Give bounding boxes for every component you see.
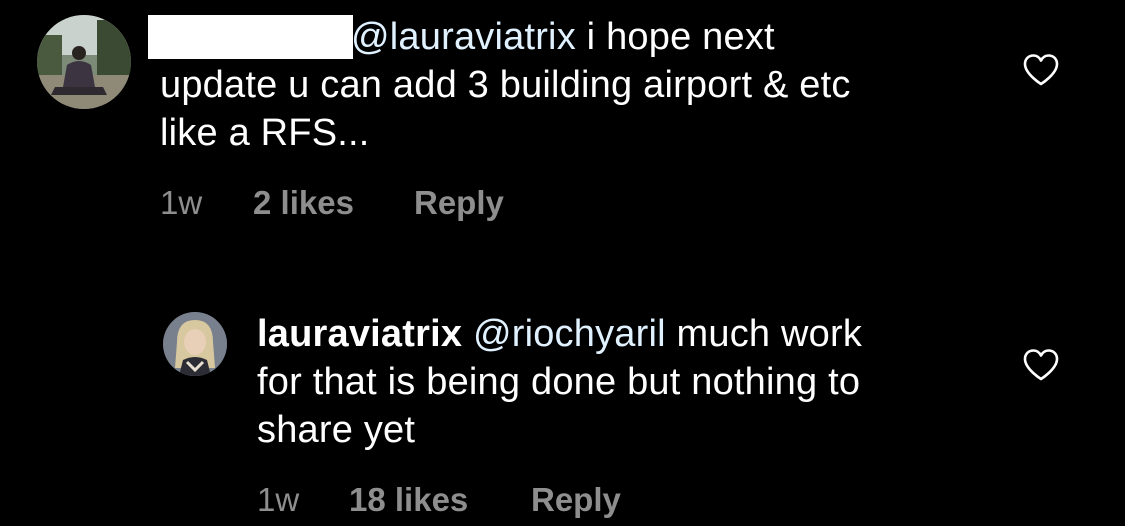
comment-meta: 1w 18 likes Reply: [257, 480, 657, 520]
commenter-avatar[interactable]: [163, 312, 227, 376]
comment-text-line-2: for that is being done but nothing to: [257, 361, 861, 403]
person-avatar-icon: [37, 15, 131, 109]
likes-count[interactable]: 18 likes: [349, 480, 468, 520]
username-link[interactable]: lauraviatrix: [257, 313, 462, 355]
comment-item: @lauraviatrix i hope next update u can a…: [0, 0, 1125, 240]
heart-outline-icon: [1023, 54, 1059, 86]
mention-link[interactable]: @riochyaril: [473, 313, 666, 355]
comment-text: @lauraviatrix i hope next update u can a…: [148, 13, 1020, 157]
comment-text-line-1: i hope next: [575, 16, 775, 58]
timestamp: 1w: [160, 184, 203, 221]
reply-comment-item: lauraviatrix @riochyaril much work for t…: [0, 300, 1125, 526]
reply-button[interactable]: Reply: [414, 183, 504, 223]
comment-line-1: @lauraviatrix i hope next: [148, 13, 1020, 61]
person-avatar-icon: [163, 312, 227, 376]
like-button[interactable]: [1022, 348, 1060, 382]
comment-text: lauraviatrix @riochyaril much work for t…: [257, 310, 997, 454]
reply-button[interactable]: Reply: [531, 480, 621, 520]
mention-link[interactable]: @lauraviatrix: [351, 16, 576, 58]
like-button[interactable]: [1022, 53, 1060, 87]
comment-text-line-1: much work: [665, 313, 863, 355]
heart-outline-icon: [1023, 349, 1059, 381]
redacted-username: [148, 15, 353, 59]
comment-meta: 1w 2 likes Reply: [160, 183, 560, 223]
commenter-avatar[interactable]: [37, 15, 131, 109]
comment-text-line-2: update u can add 3 building airport & et…: [160, 64, 851, 106]
likes-count[interactable]: 2 likes: [253, 183, 354, 223]
comment-text-line-3: like a RFS...: [160, 112, 370, 154]
comment-line-1: lauraviatrix @riochyaril much work: [257, 310, 997, 358]
timestamp: 1w: [257, 481, 300, 518]
comment-text-line-3: share yet: [257, 409, 416, 451]
